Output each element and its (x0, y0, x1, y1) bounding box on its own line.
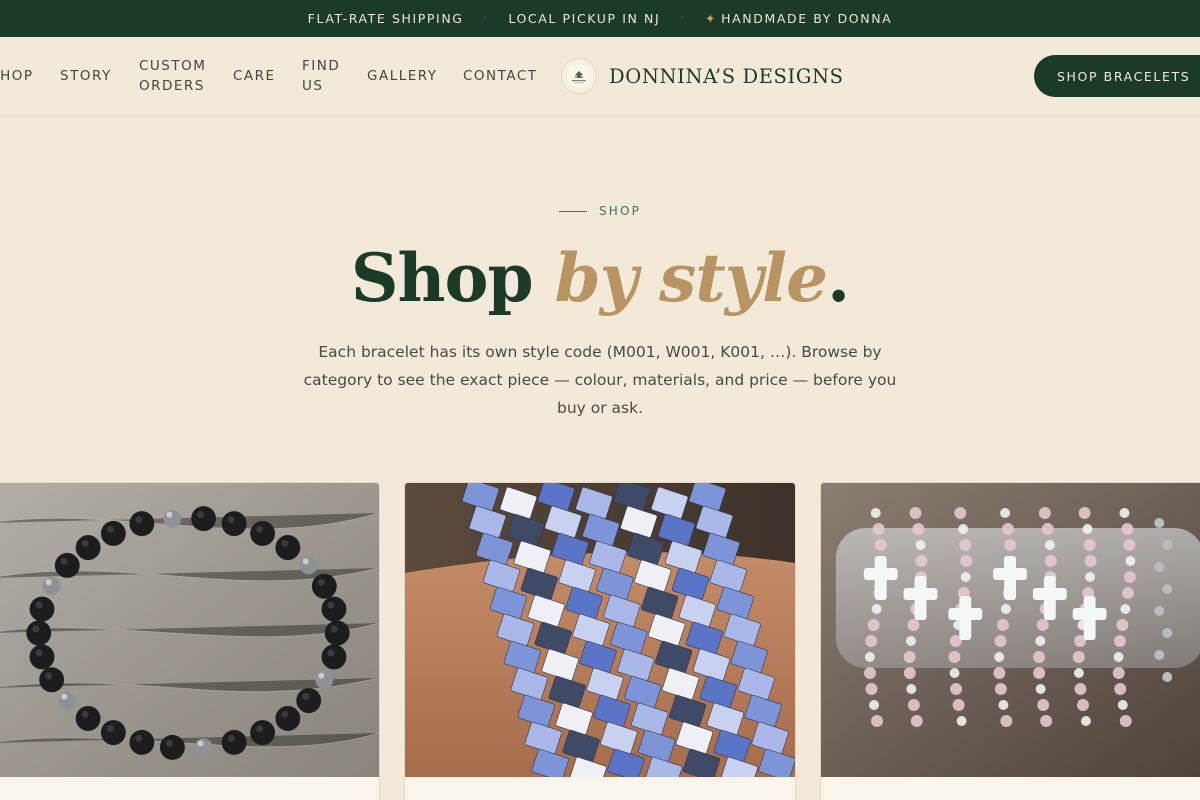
category-card-pink-cross-bracelet[interactable] (820, 482, 1200, 800)
page-title: Shop by style. (0, 236, 1200, 320)
shop-bracelets-button[interactable]: SHOP BRACELETS (1034, 55, 1200, 97)
announcement-separator: · (680, 13, 686, 24)
title-accent: by style (554, 239, 829, 317)
title-end: . (827, 239, 850, 317)
site-header: SHOP STORY CUSTOM ORDERS CARE FIND US GA… (0, 37, 1200, 116)
announcement-shipping: FLAT-RATE SHIPPING (307, 11, 464, 26)
brand-home-link[interactable]: DONNINA’S DESIGNS (561, 58, 844, 94)
black-bead-bracelet-photo (0, 483, 379, 777)
brand-name: DONNINA’S DESIGNS (609, 64, 844, 88)
category-card-black-bracelet[interactable] (0, 482, 380, 800)
pink-cross-bracelet-photo (821, 483, 1200, 777)
section-eyebrow: SHOP (0, 204, 1200, 218)
announcement-separator: · (483, 13, 489, 24)
nav-item-care[interactable]: CARE (233, 66, 276, 86)
blue-tile-bracelet-photo (405, 483, 795, 777)
nav-item-shop[interactable]: SHOP (0, 66, 34, 86)
star-icon: ✦ (705, 11, 718, 26)
title-main: Shop (350, 239, 555, 317)
announcement-handmade: HANDMADE BY DONNA (721, 11, 893, 26)
announcement-pickup: LOCAL PICKUP IN NJ (508, 11, 661, 26)
nav-item-contact[interactable]: CONTACT (463, 66, 538, 86)
eyebrow-label: SHOP (598, 204, 642, 218)
nav-item-gallery[interactable]: GALLERY (367, 66, 438, 86)
nav-item-story[interactable]: STORY (60, 66, 112, 86)
intro-text: Each bracelet has its own style code (M0… (303, 343, 897, 417)
eyebrow-divider (558, 210, 587, 212)
nav-item-find-us[interactable]: FIND US (302, 56, 340, 96)
announcement-bar: FLAT-RATE SHIPPING · LOCAL PICKUP IN NJ … (0, 0, 1200, 37)
brand-logo-icon (561, 58, 597, 94)
category-card-blue-tile-bracelet[interactable] (404, 482, 796, 800)
nav-item-custom-orders[interactable]: CUSTOM ORDERS (139, 56, 206, 96)
